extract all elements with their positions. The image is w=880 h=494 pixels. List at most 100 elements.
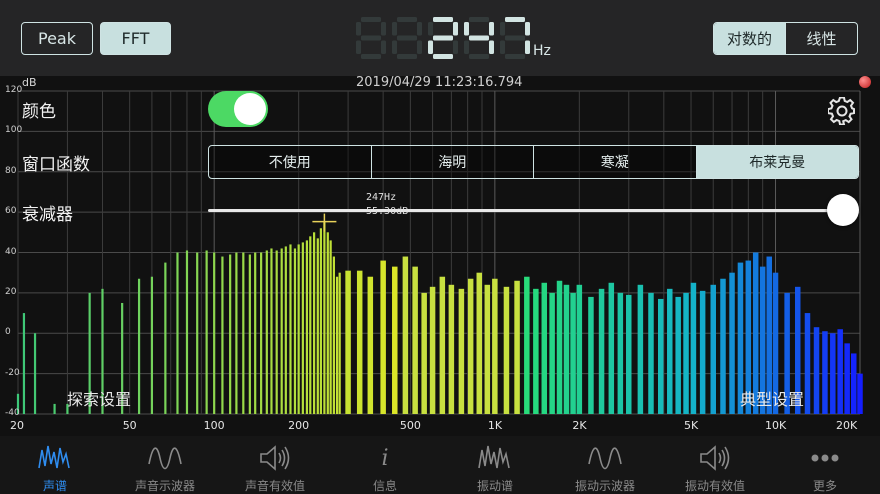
spectrum-bar	[830, 333, 836, 414]
spectrum-bar	[467, 278, 474, 414]
spectrum-bar	[392, 266, 398, 414]
spectrum-bar	[335, 276, 339, 414]
spectrum-bar	[533, 288, 539, 414]
x-tick-label: 10K	[765, 419, 787, 432]
attenuator-slider-knob[interactable]	[827, 194, 859, 226]
spectrum-bar	[242, 252, 245, 414]
window-option-blackman[interactable]: 布莱克曼	[695, 146, 858, 178]
tab-3[interactable]: i 信息	[330, 436, 440, 494]
spectrum-bar	[850, 353, 857, 414]
window-option-hamming[interactable]: 海明	[370, 146, 534, 178]
gear-icon[interactable]	[828, 97, 856, 125]
spectrum-bar	[367, 276, 374, 414]
spectrum-bar	[563, 284, 570, 414]
spectrum-bar	[309, 236, 312, 414]
y-tick-label: -40	[5, 408, 20, 418]
spectrum-bar	[265, 250, 268, 414]
tab-0[interactable]: 声谱	[0, 436, 110, 494]
toggle-knob	[234, 93, 266, 125]
y-tick-label: 100	[5, 125, 23, 136]
readout-digit	[464, 17, 494, 59]
db-unit-label: dB	[22, 76, 37, 89]
spectrum-bar	[235, 252, 238, 414]
readout-digit	[500, 17, 530, 59]
spectrum-bar	[503, 286, 510, 414]
spectrum-bar	[549, 292, 555, 414]
readout-digit	[356, 17, 386, 59]
tab-7[interactable]: 更多	[770, 436, 880, 494]
tab-5[interactable]: 振动示波器	[550, 436, 660, 494]
speaker-icon	[697, 442, 733, 474]
wave-icon	[587, 442, 623, 474]
tab-2[interactable]: 声音有效值	[220, 436, 330, 494]
typical-settings-button[interactable]: 典型设置	[740, 386, 804, 410]
spectrum-bar	[844, 343, 850, 414]
spectrum-icon	[37, 442, 73, 474]
spectrum-plot[interactable]	[0, 76, 880, 436]
tab-label: 振动示波器	[574, 479, 635, 493]
spectrum-bar	[570, 292, 576, 414]
spectrum-bar	[345, 270, 351, 414]
fft-mode-button[interactable]: FFT	[100, 22, 171, 55]
spectrum-bar	[313, 232, 316, 414]
linear-scale-button[interactable]: 线性	[785, 23, 857, 54]
log-scale-button[interactable]: 对数的	[714, 23, 785, 54]
x-tick-label: 2K	[572, 419, 587, 432]
spectrum-bar	[588, 296, 594, 414]
spectrum-bar	[326, 232, 329, 414]
window-function-label: 窗口函数	[22, 155, 90, 175]
x-tick-label: 20K	[836, 419, 858, 432]
spectrum-icon	[477, 442, 513, 474]
tab-6[interactable]: 振动有效值	[660, 436, 770, 494]
spectrum-bar	[813, 327, 820, 414]
spectrum-bar	[484, 284, 491, 414]
tab-label: 振动谱	[476, 479, 513, 493]
x-tick-label: 5K	[684, 419, 699, 432]
readout-digit	[392, 17, 422, 59]
y-tick-label: 120	[5, 85, 23, 95]
more-icon	[807, 442, 843, 474]
x-tick-label: 200	[288, 419, 310, 432]
peak-mode-button[interactable]: Peak	[21, 22, 93, 55]
timestamp: 2019/04/29 11:23:16.794	[356, 75, 523, 90]
spectrum-bar	[822, 331, 828, 414]
attenuator-slider-track[interactable]	[208, 209, 840, 212]
spectrum-bar	[690, 282, 697, 414]
frequency-unit: Hz	[533, 43, 551, 59]
spectrum-bar	[275, 250, 278, 414]
x-tick-label: 100	[203, 419, 225, 432]
color-label: 颜色	[22, 102, 56, 122]
window-option-hanning[interactable]: 寒凝	[533, 146, 696, 178]
tab-label: 振动有效值	[684, 479, 745, 493]
tab-4[interactable]: 振动谱	[440, 436, 550, 494]
explore-settings-button[interactable]: 探索设置	[67, 386, 131, 410]
spectrum-bar	[260, 252, 263, 414]
spectrum-bar	[332, 256, 335, 414]
spectrum-bar	[492, 278, 498, 414]
spectrum-bar	[150, 276, 154, 414]
spectrum-bar	[297, 244, 300, 414]
spectrum-bar	[164, 262, 167, 414]
tab-label: 声音有效值	[244, 479, 305, 493]
peak-frequency-label: 247Hz	[366, 192, 397, 203]
svg-text:i: i	[381, 446, 388, 471]
spectrum-chart	[16, 90, 863, 415]
readout-digit	[428, 17, 458, 59]
speaker-icon	[257, 442, 293, 474]
spectrum-bar	[729, 272, 735, 414]
y-tick-label: 20	[5, 286, 17, 297]
window-option-none[interactable]: 不使用	[209, 146, 371, 178]
attenuator-label: 衰减器	[22, 205, 73, 225]
spectrum-bar	[248, 254, 251, 414]
spectrum-bar	[804, 313, 811, 414]
spectrum-bar	[710, 284, 716, 414]
spectrum-bar	[221, 256, 224, 414]
color-toggle[interactable]	[208, 91, 268, 127]
spectrum-bar	[185, 250, 189, 414]
spectrum-bar	[541, 282, 548, 414]
y-tick-label: 0	[5, 327, 11, 338]
spectrum-bar	[412, 266, 418, 414]
tab-1[interactable]: 声音示波器	[110, 436, 220, 494]
spectrum-bar	[576, 284, 583, 414]
spectrum-bar	[699, 290, 706, 414]
